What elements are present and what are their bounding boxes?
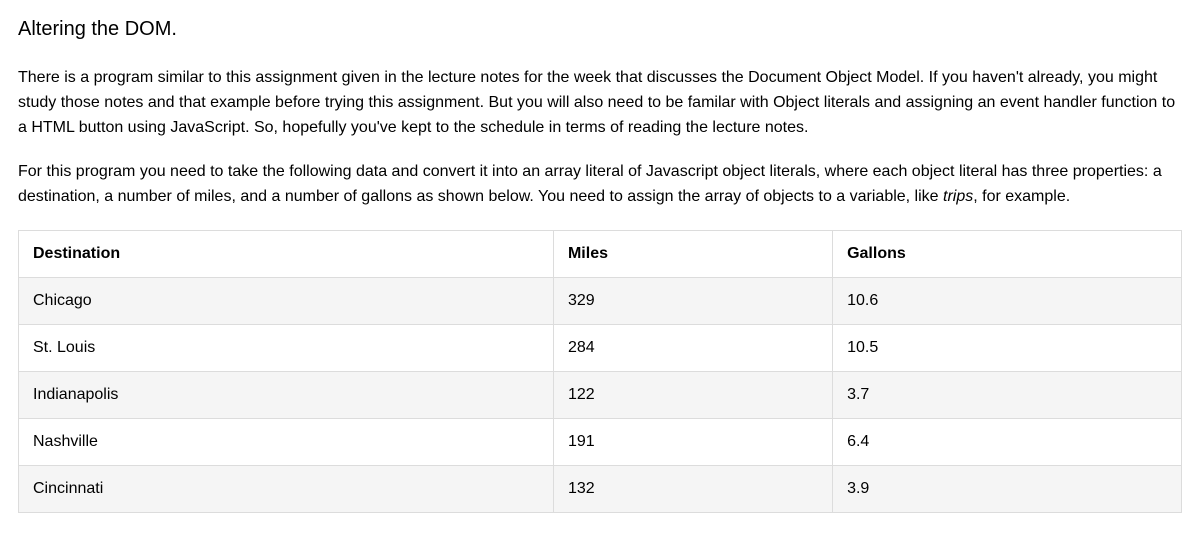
trips-table: Destination Miles Gallons Chicago 329 10… <box>18 230 1182 513</box>
table-row: Nashville 191 6.4 <box>19 418 1182 465</box>
cell-destination: Indianapolis <box>19 371 554 418</box>
cell-gallons: 10.5 <box>833 324 1182 371</box>
cell-gallons: 3.9 <box>833 465 1182 512</box>
cell-destination: Cincinnati <box>19 465 554 512</box>
cell-miles: 191 <box>553 418 832 465</box>
cell-destination: St. Louis <box>19 324 554 371</box>
cell-gallons: 10.6 <box>833 277 1182 324</box>
table-header-row: Destination Miles Gallons <box>19 230 1182 277</box>
col-header-miles: Miles <box>553 230 832 277</box>
cell-gallons: 6.4 <box>833 418 1182 465</box>
table-row: St. Louis 284 10.5 <box>19 324 1182 371</box>
cell-gallons: 3.7 <box>833 371 1182 418</box>
para2-text-b: , for example. <box>973 188 1070 205</box>
cell-destination: Nashville <box>19 418 554 465</box>
para2-variable-name: trips <box>943 188 973 205</box>
cell-miles: 329 <box>553 277 832 324</box>
table-row: Indianapolis 122 3.7 <box>19 371 1182 418</box>
intro-paragraph-2: For this program you need to take the fo… <box>18 160 1182 210</box>
intro-paragraph-1: There is a program similar to this assig… <box>18 66 1182 140</box>
cell-miles: 122 <box>553 371 832 418</box>
col-header-gallons: Gallons <box>833 230 1182 277</box>
table-row: Chicago 329 10.6 <box>19 277 1182 324</box>
cell-destination: Chicago <box>19 277 554 324</box>
col-header-destination: Destination <box>19 230 554 277</box>
cell-miles: 132 <box>553 465 832 512</box>
page-heading: Altering the DOM. <box>18 14 1182 44</box>
table-row: Cincinnati 132 3.9 <box>19 465 1182 512</box>
cell-miles: 284 <box>553 324 832 371</box>
